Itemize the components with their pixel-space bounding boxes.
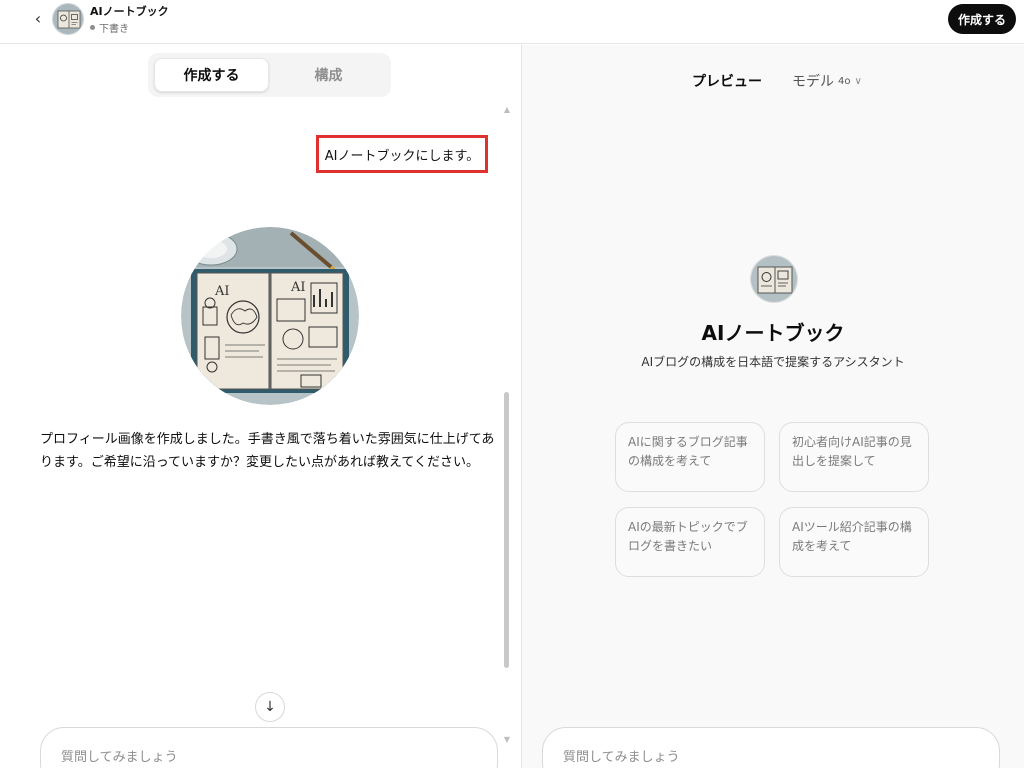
- notebook-illustration-icon: [751, 256, 797, 302]
- builder-message-input[interactable]: 質問してみましょう: [40, 727, 498, 768]
- scrollbar-thumb[interactable]: [504, 392, 509, 668]
- draft-status-label: 下書き: [99, 24, 129, 35]
- model-selector[interactable]: モデル 4o ∨: [792, 71, 862, 91]
- user-message: AIノートブックにします。: [316, 135, 488, 173]
- svg-text:AI: AI: [214, 284, 230, 299]
- model-label: モデル: [792, 74, 834, 90]
- builder-input-placeholder: 質問してみましょう: [61, 750, 178, 765]
- scroll-down-arrow-icon[interactable]: ▼: [502, 735, 512, 745]
- conversation-starter[interactable]: AIの最新トピックでブログを書きたい: [615, 507, 765, 577]
- create-button[interactable]: 作成する: [947, 4, 1016, 34]
- back-button[interactable]: ‹: [28, 6, 48, 30]
- arrow-down-icon: ↓: [264, 699, 276, 715]
- notebook-illustration-icon: [53, 4, 83, 34]
- preview-avatar: [750, 255, 798, 303]
- preview-input-placeholder: 質問してみましょう: [563, 750, 680, 765]
- top-bar: ‹ AIノートブック 下書き 作成する: [0, 0, 1024, 44]
- preview-gpt-description: AIブログの構成を日本語で提案するアシスタント: [641, 355, 905, 369]
- builder-tabs: 作成する 構成: [148, 53, 391, 97]
- status-dot-icon: [90, 25, 95, 30]
- chevron-down-icon: ∨: [854, 75, 862, 87]
- preview-panel: プレビュー モデル 4o ∨ AIノートブック AIブログの構成を日本語で提案す…: [522, 45, 1024, 768]
- scrollbar[interactable]: ▲ ▼: [502, 105, 512, 755]
- chevron-left-icon: ‹: [34, 8, 42, 28]
- conversation-starter[interactable]: AIツール紹介記事の構成を考えて: [779, 507, 929, 577]
- preview-gpt-name: AIノートブック: [701, 321, 845, 345]
- gpt-name: AIノートブック: [90, 5, 169, 18]
- notebook-sketch-illustration: AI AI: [181, 227, 359, 405]
- preview-message-input[interactable]: 質問してみましょう: [542, 727, 1000, 768]
- builder-panel: 作成する 構成 AIノートブックにします。 AI AI プロフィール画像を作成し…: [0, 45, 521, 768]
- user-message-text: AIノートブックにします。: [324, 148, 480, 164]
- conversation-starter[interactable]: 初心者向けAI記事の見出しを提案して: [779, 422, 929, 492]
- model-version: 4o: [838, 75, 851, 87]
- conversation-starter[interactable]: AIに関するブログ記事の構成を考えて: [615, 422, 765, 492]
- generated-profile-image[interactable]: AI AI: [181, 227, 359, 405]
- gpt-avatar: [52, 3, 84, 35]
- assistant-message: プロフィール画像を作成しました。手書き風で落ち着いた雰囲気に仕上げてあります。ご…: [40, 432, 495, 470]
- preview-heading: プレビュー: [692, 74, 762, 90]
- draft-status: 下書き: [90, 20, 129, 35]
- tab-configure[interactable]: 構成: [271, 58, 386, 92]
- svg-text:AI: AI: [290, 280, 306, 295]
- scroll-to-bottom-button[interactable]: ↓: [255, 692, 285, 722]
- scroll-up-arrow-icon[interactable]: ▲: [502, 105, 512, 115]
- tab-create[interactable]: 作成する: [154, 58, 269, 92]
